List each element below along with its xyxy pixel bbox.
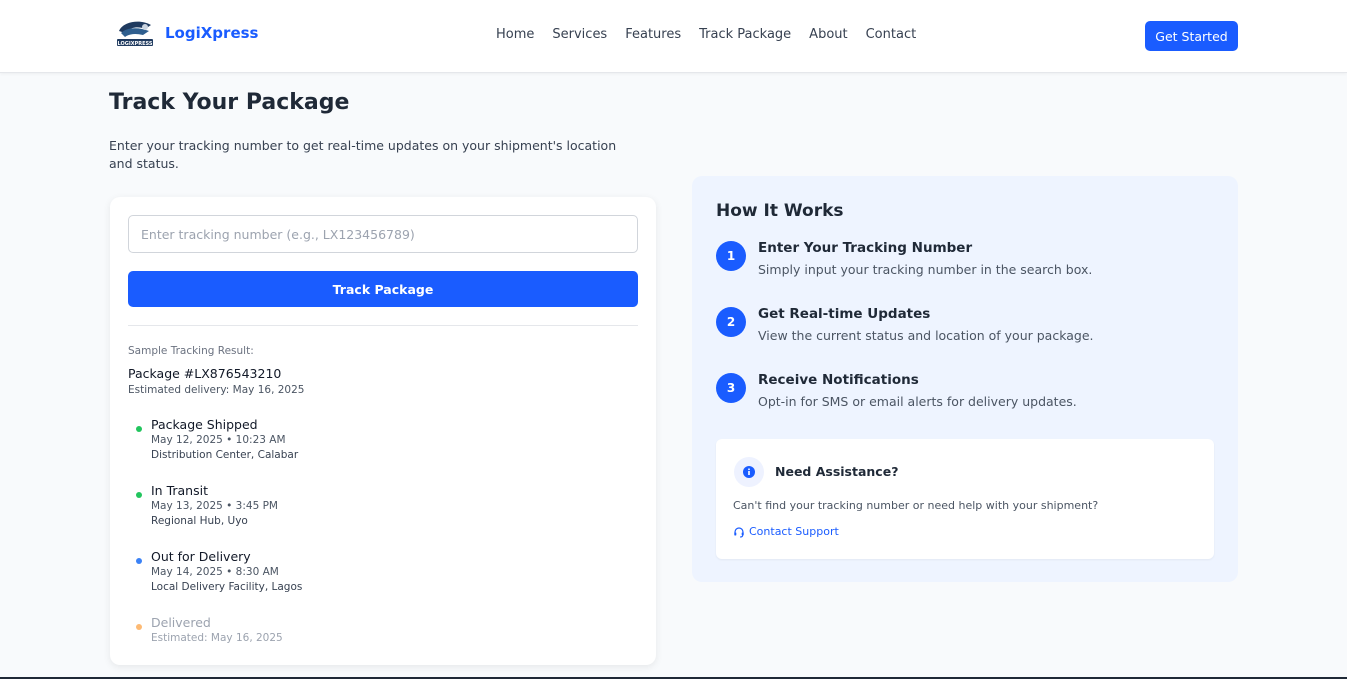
event-location: Distribution Center, Calabar xyxy=(151,449,299,461)
status-dot xyxy=(136,558,142,564)
step-description: Opt-in for SMS or email alerts for deliv… xyxy=(758,394,1077,409)
nav-features[interactable]: Features xyxy=(625,27,681,42)
status-dot xyxy=(136,624,142,630)
track-package-button[interactable]: Track Package xyxy=(128,271,638,307)
event-title: In Transit xyxy=(151,483,208,498)
page-title: Track Your Package xyxy=(109,90,350,115)
step-number-badge: 1 xyxy=(716,241,746,271)
event-title: Package Shipped xyxy=(151,417,258,432)
nav-about[interactable]: About xyxy=(809,27,847,42)
step-description: View the current status and location of … xyxy=(758,328,1094,343)
estimated-delivery: Estimated delivery: May 16, 2025 xyxy=(128,384,305,396)
contact-support-label: Contact Support xyxy=(749,525,839,538)
tracking-card: Track Package Sample Tracking Result: Pa… xyxy=(110,197,656,665)
event-time: May 12, 2025 • 10:23 AM xyxy=(151,434,286,446)
assistance-box: Need Assistance? Can't find your trackin… xyxy=(716,439,1214,559)
step-number-badge: 3 xyxy=(716,373,746,403)
step-description: Simply input your tracking number in the… xyxy=(758,262,1093,277)
event-location: Local Delivery Facility, Lagos xyxy=(151,581,303,593)
contact-support-link[interactable]: Contact Support xyxy=(733,525,839,538)
nav-services[interactable]: Services xyxy=(552,27,607,42)
assistance-description: Can't find your tracking number or need … xyxy=(733,499,1099,512)
event-time: Estimated: May 16, 2025 xyxy=(151,632,283,644)
event-title: Out for Delivery xyxy=(151,549,251,564)
nav-track-package[interactable]: Track Package xyxy=(699,27,791,42)
timeline-event-delivered: Delivered Estimated: May 16, 2025 xyxy=(136,614,283,646)
assistance-title: Need Assistance? xyxy=(775,464,899,479)
get-started-button[interactable]: Get Started xyxy=(1145,21,1238,51)
nav-home[interactable]: Home xyxy=(496,27,534,42)
status-dot xyxy=(136,492,142,498)
step-title: Enter Your Tracking Number xyxy=(758,240,973,256)
site-header: LOGIXPRESS LogiXpress Home Services Feat… xyxy=(0,0,1347,73)
brand-logo[interactable]: LOGIXPRESS LogiXpress xyxy=(115,17,258,49)
status-dot xyxy=(136,426,142,432)
headset-icon xyxy=(734,526,744,537)
event-time: May 13, 2025 • 3:45 PM xyxy=(151,500,278,512)
package-id: Package #LX876543210 xyxy=(128,366,282,381)
how-it-works-title: How It Works xyxy=(716,201,844,221)
how-it-works-panel: How It Works 1 Enter Your Tracking Numbe… xyxy=(692,176,1238,582)
step-number-badge: 2 xyxy=(716,307,746,337)
timeline-event-shipped: Package Shipped May 12, 2025 • 10:23 AM … xyxy=(136,416,299,463)
timeline-event-in-transit: In Transit May 13, 2025 • 3:45 PM Region… xyxy=(136,482,278,529)
step-title: Get Real-time Updates xyxy=(758,306,931,322)
timeline-event-out-for-delivery: Out for Delivery May 14, 2025 • 8:30 AM … xyxy=(136,548,303,595)
main-nav: Home Services Features Track Package Abo… xyxy=(496,27,934,42)
info-icon xyxy=(734,457,764,487)
event-time: May 14, 2025 • 8:30 AM xyxy=(151,566,279,578)
divider xyxy=(128,325,638,326)
tracking-number-input[interactable] xyxy=(128,215,638,253)
event-title: Delivered xyxy=(151,615,211,630)
page-subtitle: Enter your tracking number to get real-t… xyxy=(109,138,617,171)
step-title: Receive Notifications xyxy=(758,372,919,388)
nav-contact[interactable]: Contact xyxy=(866,27,917,42)
logo-emblem-icon: LOGIXPRESS xyxy=(115,17,155,49)
svg-text:LOGIXPRESS: LOGIXPRESS xyxy=(118,41,153,47)
event-location: Regional Hub, Uyo xyxy=(151,515,248,527)
brand-name: LogiXpress xyxy=(165,24,259,42)
sample-result-label: Sample Tracking Result: xyxy=(128,345,254,357)
